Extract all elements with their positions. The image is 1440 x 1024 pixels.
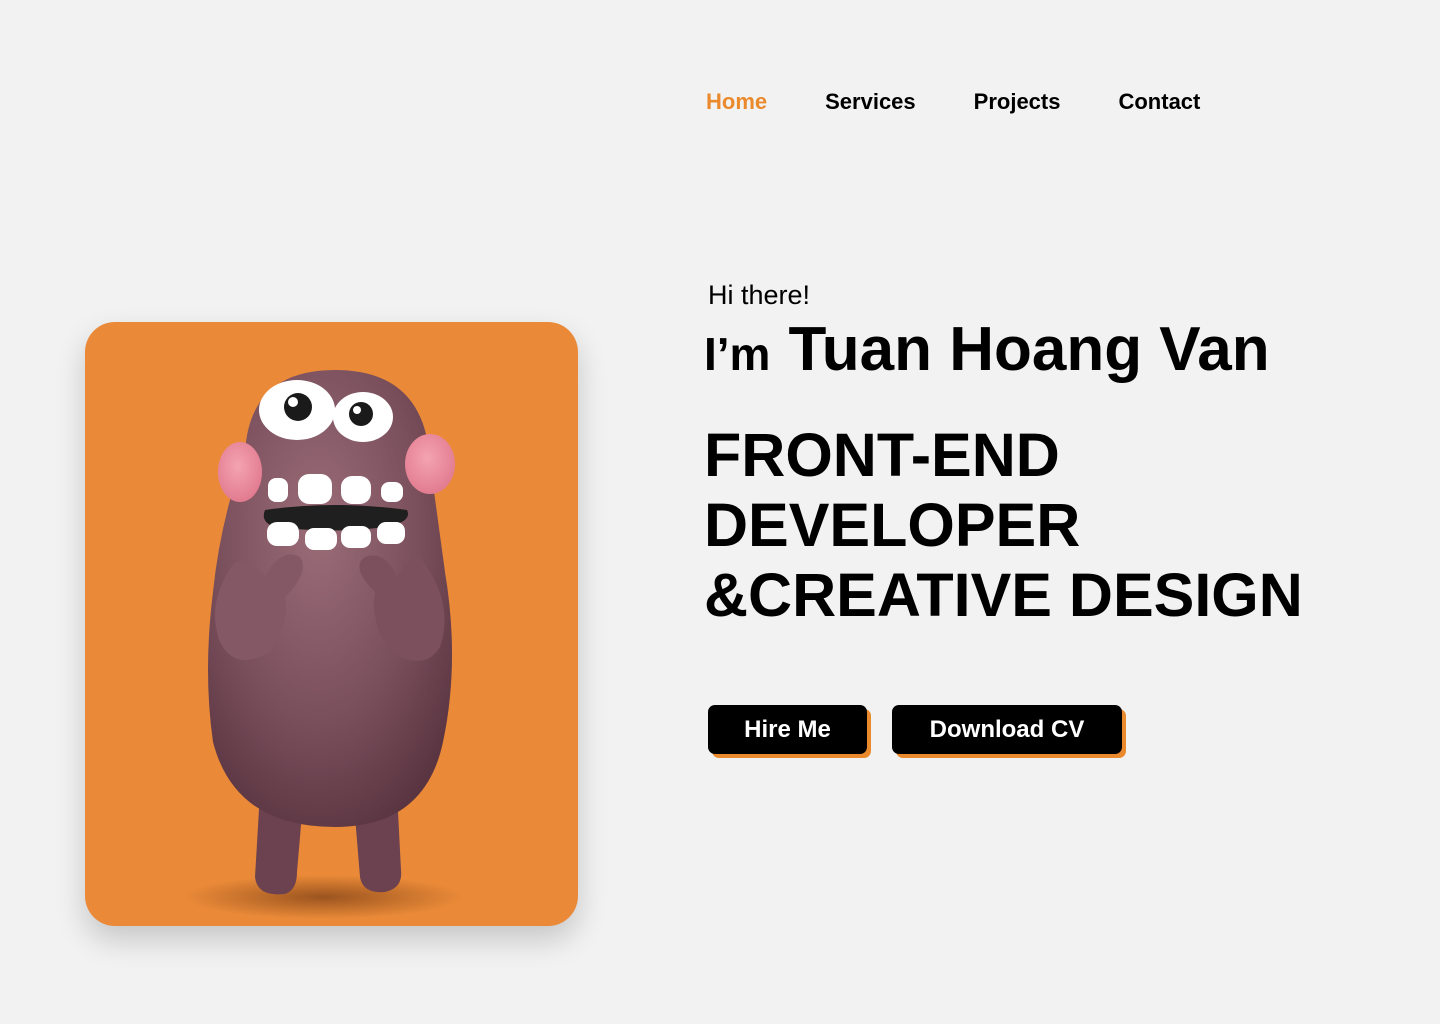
nav-home[interactable]: Home (706, 86, 767, 118)
hire-me-button[interactable]: Hire Me (708, 705, 867, 754)
main-nav: Home Services Projects Contact (706, 86, 1200, 118)
right-cheek (405, 434, 455, 494)
profile-illustration-card (85, 322, 578, 926)
role-line-1: FRONT-END (704, 421, 1060, 489)
person-name: Tuan Hoang Van (788, 315, 1270, 384)
nav-services[interactable]: Services (825, 86, 916, 118)
nav-contact[interactable]: Contact (1118, 86, 1200, 118)
role-line-3: &CREATIVE DESIGN (704, 561, 1303, 629)
nav-projects[interactable]: Projects (974, 86, 1061, 118)
ground-shadow (183, 875, 463, 919)
greeting-text: Hi there! (708, 280, 811, 310)
role-line-2: DEVELOPER (704, 491, 1081, 559)
intro-prefix: I’m (704, 328, 771, 380)
left-cheek (218, 442, 262, 502)
role-title: FRONT-END DEVELOPER &CREATIVE DESIGN (704, 420, 1303, 630)
download-cv-button[interactable]: Download CV (892, 705, 1122, 754)
monster-illustration (183, 370, 463, 919)
intro-heading: I’m Tuan Hoang Van (704, 312, 1270, 404)
